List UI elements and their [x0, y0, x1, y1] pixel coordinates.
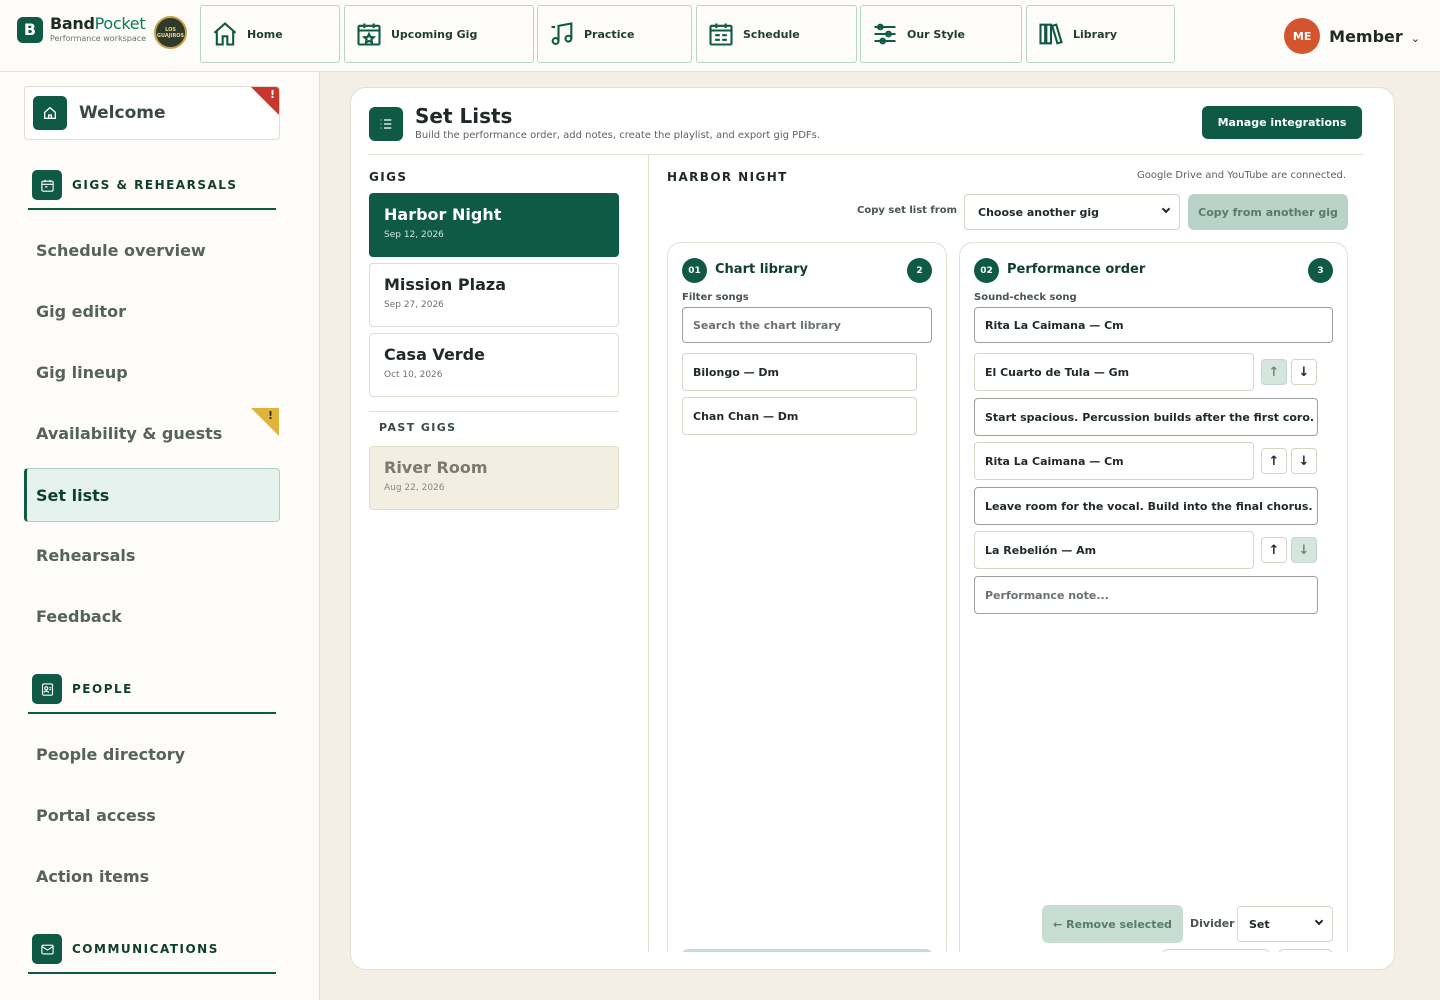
nav-practice[interactable]: Practice — [537, 5, 692, 63]
brand-logo-icon: B — [17, 16, 43, 43]
performance-song[interactable]: Rita La Caimana — Cm — [974, 442, 1254, 480]
chevron-down-icon: ⌄ — [1410, 31, 1420, 45]
nav-schedule[interactable]: Schedule — [696, 5, 857, 63]
calendar-grid-icon — [709, 23, 733, 46]
card-bottom-edge — [351, 952, 1394, 969]
move-down-button[interactable]: ↓ — [1291, 359, 1317, 385]
sidebar-item-set-lists[interactable]: Set lists — [24, 468, 280, 522]
performance-note-input[interactable]: Leave room for the vocal. Build into the… — [974, 487, 1318, 525]
list-item[interactable]: Bilongo — Dm — [682, 353, 917, 391]
page-subtitle: Build the performance order, add notes, … — [415, 130, 821, 141]
filter-songs-label: Filter songs — [682, 292, 749, 303]
performance-note-input[interactable]: Performance note... — [974, 576, 1318, 614]
integration-status: Google Drive and YouTube are connected. — [1136, 170, 1346, 181]
column-divider — [648, 155, 649, 969]
warning-badge-text: ! — [268, 409, 274, 422]
calendar-star-icon — [357, 23, 381, 46]
sidebar-item-gig-lineup[interactable]: Gig lineup — [36, 363, 128, 382]
move-down-button[interactable]: ↓ — [1291, 537, 1317, 563]
sidebar-item-availability-guests[interactable]: Availability & guests — [36, 424, 222, 443]
brand[interactable]: B BandPocket Performance workspace — [17, 16, 146, 43]
divider-label: Divider — [1190, 917, 1235, 930]
past-gigs-divider — [369, 411, 619, 412]
section-people: PEOPLE — [28, 674, 276, 714]
home-icon — [213, 22, 237, 46]
performance-note-input[interactable]: Start spacious. Percussion builds after … — [974, 398, 1318, 436]
past-gigs-heading: PAST GIGS — [379, 421, 457, 434]
divider-select[interactable]: Set — [1237, 906, 1333, 942]
set-lists-card: Set Lists Build the performance order, a… — [350, 87, 1395, 970]
nav-our-style[interactable]: Our Style — [860, 5, 1022, 63]
chart-library-title: Chart library — [715, 262, 809, 277]
move-up-button[interactable]: ↑ — [1261, 448, 1287, 474]
soundcheck-input[interactable]: Rita La Caimana — Cm — [974, 307, 1333, 343]
manage-integrations-button[interactable]: Manage integrations — [1202, 106, 1362, 139]
avatar: ME — [1284, 18, 1321, 54]
nav-upcoming-gig[interactable]: Upcoming Gig — [344, 5, 534, 63]
music-note-icon — [551, 22, 573, 45]
sidebar-item-schedule-overview[interactable]: Schedule overview — [36, 241, 206, 260]
list-item[interactable]: Chan Chan — Dm — [682, 397, 917, 435]
nav-home[interactable]: Home — [200, 5, 340, 63]
performance-song[interactable]: El Cuarto de Tula — Gm — [974, 353, 1254, 391]
performance-order-panel: 02 Performance order 3 Sound-check song … — [959, 242, 1348, 969]
page-title: Set Lists — [415, 104, 513, 128]
chart-search-input[interactable]: Search the chart library — [682, 307, 932, 343]
performance-order-title: Performance order — [1007, 262, 1146, 277]
user-menu[interactable]: ME Member ⌄ — [1284, 18, 1420, 54]
home-icon — [33, 96, 67, 130]
sidebar-item-welcome[interactable]: Welcome ! — [24, 86, 280, 140]
copy-set-list-label: Copy set list from — [857, 205, 958, 216]
performance-song[interactable]: La Rebelión — Am — [974, 531, 1254, 569]
move-up-button[interactable]: ↑ — [1261, 537, 1287, 563]
nav-library[interactable]: Library — [1026, 5, 1175, 63]
sidebar-item-rehearsals[interactable]: Rehearsals — [36, 546, 135, 565]
section-gigs-rehearsals: GIGS & REHEARSALS — [28, 170, 276, 210]
performance-order-count: 3 — [1308, 258, 1333, 283]
copy-source-select[interactable]: Choose another gig — [964, 194, 1180, 230]
warning-badge — [251, 408, 279, 436]
chart-library-count: 2 — [907, 258, 932, 283]
user-name: Member — [1329, 26, 1403, 46]
books-icon — [1039, 23, 1063, 45]
sidebar-item-people-directory[interactable]: People directory — [36, 745, 185, 764]
gig-item-casa-verde[interactable]: Casa Verde Oct 10, 2026 — [369, 333, 619, 397]
gig-item-river-room[interactable]: River Room Aug 22, 2026 — [369, 446, 619, 510]
brand-name: BandPocket — [50, 14, 146, 33]
header-divider — [368, 154, 1363, 155]
sidebar-item-gig-editor[interactable]: Gig editor — [36, 302, 126, 321]
sidebar-item-feedback[interactable]: Feedback — [36, 607, 122, 626]
gigs-heading: GIGS — [369, 170, 408, 184]
soundcheck-label: Sound-check song — [974, 292, 1077, 303]
sliders-icon — [874, 23, 896, 45]
step-number: 01 — [682, 258, 707, 283]
gig-item-harbor-night[interactable]: Harbor Night Sep 12, 2026 — [369, 193, 619, 257]
gig-item-mission-plaza[interactable]: Mission Plaza Sep 27, 2026 — [369, 263, 619, 327]
mail-icon — [32, 934, 62, 964]
selected-gig-heading: HARBOR NIGHT — [667, 170, 788, 184]
brand-subtitle: Performance workspace — [50, 34, 147, 43]
step-number: 02 — [974, 258, 999, 283]
list-icon — [369, 107, 403, 141]
move-up-button[interactable]: ↑ — [1261, 359, 1287, 385]
sidebar-item-portal-access[interactable]: Portal access — [36, 806, 156, 825]
move-down-button[interactable]: ↓ — [1291, 448, 1317, 474]
id-card-icon — [32, 674, 62, 704]
sidebar: Welcome ! GIGS & REHEARSALS Schedule ove… — [0, 72, 320, 1000]
calendar-icon — [32, 170, 62, 200]
sidebar-item-action-items[interactable]: Action items — [36, 867, 149, 886]
top-bar: B BandPocket Performance workspace LOS G… — [0, 0, 1440, 72]
remove-selected-button[interactable]: ← Remove selected — [1042, 905, 1183, 943]
chevron-down-icon — [1161, 204, 1171, 214]
alert-badge-text: ! — [269, 88, 275, 101]
chart-library-panel: 01 Chart library 2 Filter songs Search t… — [667, 242, 947, 969]
copy-from-gig-button[interactable]: Copy from another gig — [1188, 194, 1348, 230]
band-seal-icon: LOS GUAJIROS — [154, 16, 187, 49]
chevron-down-icon — [1314, 916, 1324, 926]
section-communications: COMMUNICATIONS — [28, 934, 276, 974]
